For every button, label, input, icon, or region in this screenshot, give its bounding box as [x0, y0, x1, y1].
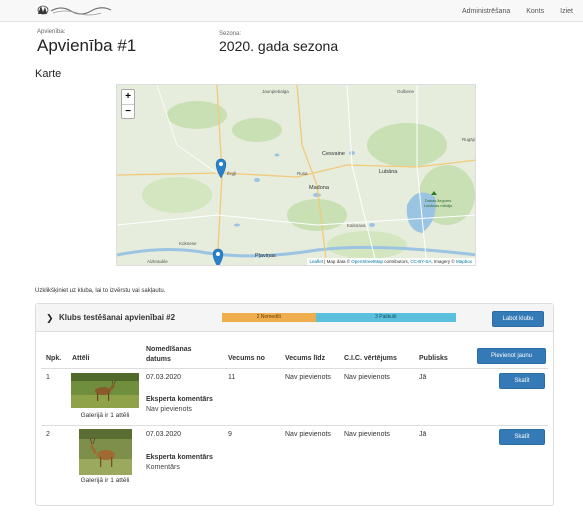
map-view[interactable]: Jaunpiebalga Gulbene Cesvaine Lubāna Mad… — [116, 84, 476, 266]
col-header: Nomedīšanas datums — [146, 346, 192, 363]
map-place: Lubāna — [379, 169, 398, 175]
cc-link[interactable]: CC-BY-SA — [410, 259, 431, 264]
row-date: 07.03.2020 — [146, 431, 182, 438]
row-npk: 1 — [46, 374, 50, 381]
group-title: Apvienība #1 — [37, 36, 137, 55]
expert-comment-label: Eksperta komentārs — [146, 396, 213, 403]
map-marker-2[interactable] — [212, 248, 224, 266]
logo-icon[interactable] — [35, 2, 117, 19]
edit-club-button[interactable]: Labot klubu — [492, 311, 544, 327]
row-cic: Nav pievienots — [344, 431, 390, 438]
chevron-right-icon[interactable]: ❯ — [46, 313, 54, 324]
gallery-count: Galerijā ir 1 attēli — [80, 477, 130, 484]
col-header: Npk. — [46, 355, 62, 362]
row-age-from: 9 — [228, 431, 232, 438]
col-header: Vecums līdz — [285, 355, 326, 362]
map-place: Jaunpiebalga — [262, 89, 289, 94]
season-label: Sezona: — [219, 31, 242, 37]
col-header: Publisks — [419, 355, 448, 362]
expert-comment-value: Komentārs — [146, 464, 180, 471]
deer-thumbnail[interactable] — [79, 429, 132, 475]
hunt-progress-bar: 2 Nomedīti 3 Palikuši — [222, 313, 456, 322]
col-header: C.I.C. vērtējums — [344, 355, 397, 362]
map-place: Kalsnava — [347, 223, 366, 228]
row-cic: Nav pievienots — [344, 374, 390, 381]
row-npk: 2 — [46, 431, 50, 438]
progress-hunted: 2 Nomedīti — [222, 313, 316, 322]
map-marker-1[interactable] — [215, 158, 227, 179]
map-section-title: Karte — [35, 68, 62, 80]
season-title: 2020. gada sezona — [219, 38, 339, 54]
map-place: Ērgļi — [227, 171, 237, 176]
club-panel: ❯ Klubs testēšanai apvienībai #2 2 Nomed… — [35, 303, 554, 506]
row-public: Jā — [419, 431, 427, 438]
expert-comment-label: Eksperta komentārs — [146, 454, 213, 461]
map-place: Cesvaine — [322, 151, 345, 157]
row-age-to: Nav pievienots — [285, 374, 331, 381]
gallery-count: Galerijā ir 1 attēli — [80, 412, 130, 419]
map-place: Madona — [309, 185, 329, 191]
nav-admin-link[interactable]: Administrēšana — [462, 8, 510, 15]
col-header: Attēli — [72, 355, 90, 362]
row-age-from: 11 — [228, 374, 236, 381]
col-header: Vecums no — [228, 355, 265, 362]
map-place: Koknese — [179, 241, 197, 246]
club-panel-header[interactable]: ❯ Klubs testēšanai apvienībai #2 2 Nomed… — [36, 304, 553, 332]
map-attribution: Leaflet | Map data © OpenStreetMap contr… — [306, 258, 475, 265]
progress-remaining: 3 Palikuši — [315, 313, 456, 322]
zoom-in-button[interactable]: + — [122, 90, 134, 104]
club-name[interactable]: Klubs testēšanai apvienībai #2 — [59, 313, 175, 322]
expand-hint: Uzklikšķiniet uz kluba, lai to izvērstu … — [35, 288, 166, 294]
nav-account-link[interactable]: Konts — [526, 8, 544, 15]
osm-link[interactable]: OpenStreetMap — [351, 259, 383, 264]
mapbox-link[interactable]: Mapbox — [456, 259, 472, 264]
deer-thumbnail[interactable] — [71, 373, 139, 408]
row-date: 07.03.2020 — [146, 374, 182, 381]
map-place-reserve: Dabas liegums Lubānas mitrājs — [423, 198, 453, 208]
map-place: Pļaviņas — [255, 253, 276, 259]
map-zoom-control: + − — [121, 89, 135, 119]
row-public: Jā — [419, 374, 427, 381]
map-place: Gulbene — [397, 89, 415, 94]
row-age-to: Nav pievienots — [285, 431, 331, 438]
map-place: Rusa — [297, 171, 308, 176]
zoom-out-button[interactable]: − — [122, 104, 134, 118]
map-place: Aizkraukle — [147, 259, 168, 264]
add-new-button[interactable]: Pievienot jaunu — [477, 348, 546, 364]
nav-logout-link[interactable]: Iziet — [560, 8, 573, 15]
map-place: Rugāji — [462, 137, 475, 142]
leaflet-link[interactable]: Leaflet — [310, 259, 324, 264]
expert-comment-value: Nav pievienots — [146, 406, 192, 413]
group-label: Apvienība: — [37, 29, 66, 35]
top-navbar: Administrēšana Konts Iziet — [0, 0, 583, 22]
view-button[interactable]: Skatīt — [499, 373, 545, 389]
view-button[interactable]: Skatīt — [499, 429, 545, 445]
